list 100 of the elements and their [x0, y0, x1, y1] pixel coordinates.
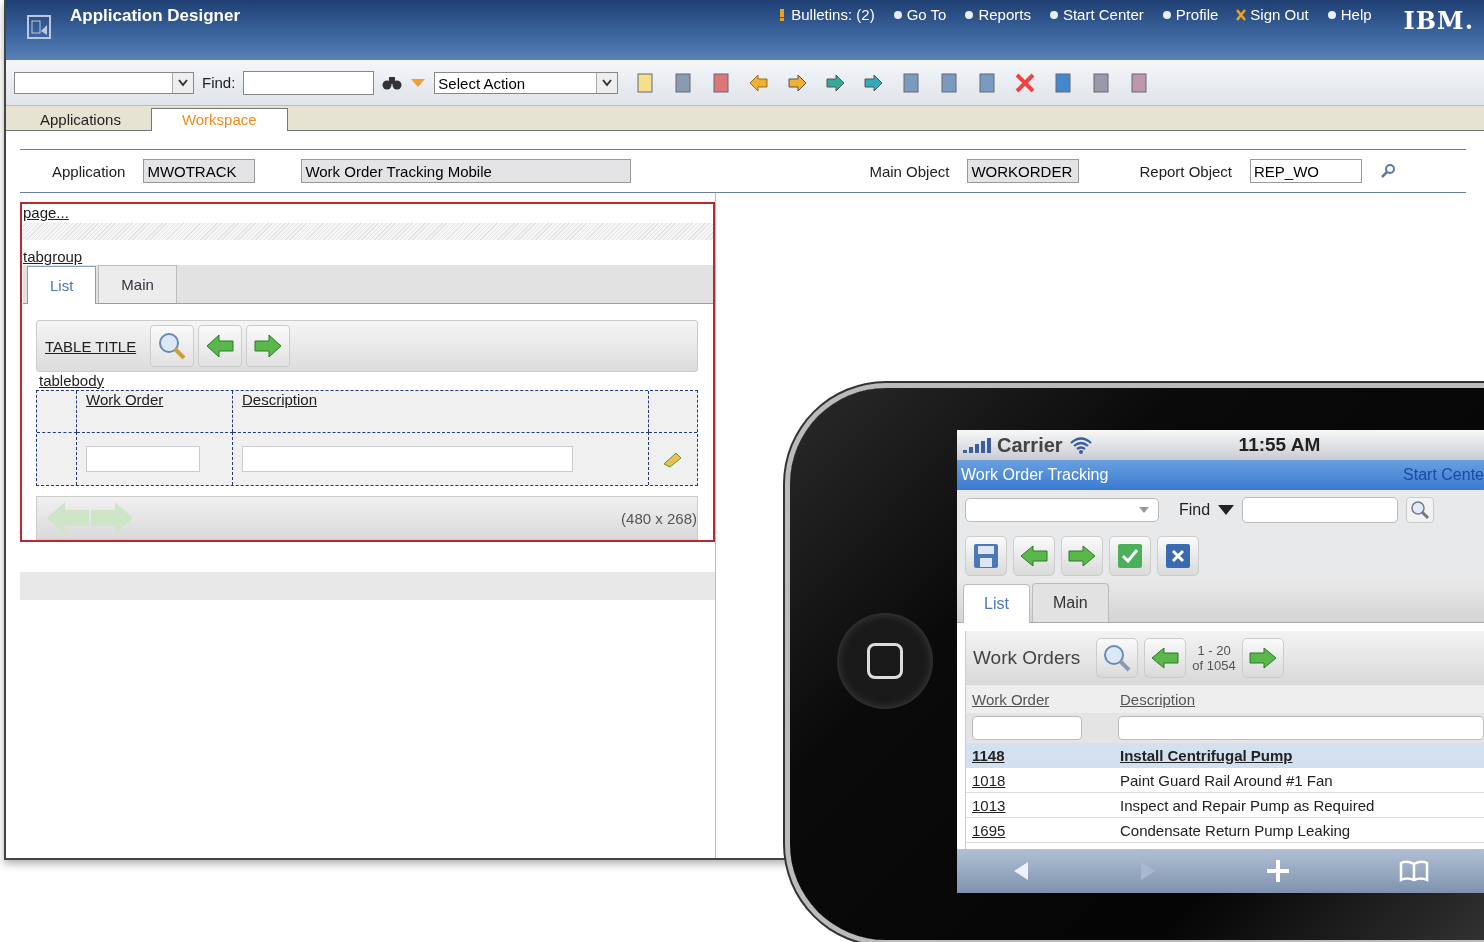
search-icon[interactable] — [1380, 163, 1396, 179]
caret-icon — [1138, 506, 1150, 514]
header-link[interactable]: Sign Out — [1236, 6, 1309, 23]
search-icon — [157, 331, 188, 361]
caret-icon[interactable] — [1218, 505, 1235, 515]
filter-field[interactable] — [242, 446, 573, 472]
caret-icon — [596, 72, 618, 93]
tablebody-link[interactable]: tablebody — [39, 372, 105, 389]
application-field[interactable]: MWOTRACK — [143, 159, 256, 183]
header-link[interactable]: Go To — [892, 6, 947, 23]
previous-button[interactable] — [198, 325, 243, 367]
signal-icon — [963, 437, 991, 453]
next-button[interactable] — [246, 325, 291, 367]
main-object-field[interactable]: WORKORDER — [967, 159, 1080, 183]
link-icon — [1048, 8, 1059, 21]
module-tab[interactable]: Applications — [10, 109, 151, 130]
right-arrow-icon — [1247, 646, 1278, 670]
page-link[interactable]: page... — [23, 204, 69, 221]
tab[interactable]: List — [963, 584, 1030, 623]
tabgroup-link[interactable]: tabgroup — [23, 248, 83, 265]
table-cell: Condensate Return Pump Leaking — [1120, 821, 1351, 839]
find-label: Find: — [202, 74, 236, 91]
next-button[interactable] — [1061, 536, 1103, 576]
search-button[interactable] — [150, 325, 195, 367]
list-row[interactable]: 1013 Inspect and Repair Pump as Required — [966, 793, 1484, 818]
tab[interactable]: Main — [1031, 583, 1109, 622]
filter-field[interactable] — [86, 446, 200, 472]
wifi-icon — [1068, 436, 1093, 454]
plus-icon[interactable] — [1266, 859, 1291, 883]
table-title-link[interactable]: TABLE TITLE — [45, 337, 137, 355]
search-button[interactable] — [1096, 638, 1139, 678]
right-arrow-icon — [1067, 544, 1097, 568]
column-header-link[interactable]: Work Order — [86, 391, 164, 408]
list-row[interactable]: 1695 Condensate Return Pump Leaking — [966, 818, 1484, 843]
work-order-number[interactable]: 1148 — [972, 746, 1120, 764]
header-link[interactable]: Start Center — [1048, 6, 1144, 23]
column-header-link[interactable]: Work Order — [972, 690, 1120, 708]
carrier-label: Carrier — [997, 433, 1063, 457]
header-link[interactable]: Bulletins: (2) — [777, 6, 875, 23]
work-order-number[interactable]: 1695 — [972, 821, 1120, 839]
list-title: Work Orders — [973, 647, 1081, 669]
dropdown[interactable] — [965, 498, 1159, 522]
dropdown[interactable] — [14, 71, 194, 94]
search-icon — [1410, 500, 1431, 520]
delete-icon[interactable] — [1014, 71, 1037, 94]
clock: 11:55 AM — [1238, 434, 1321, 456]
column-header-link[interactable]: Description — [242, 391, 318, 408]
field-label: Report Object — [1139, 162, 1232, 180]
size-label: (480 x 268) — [621, 509, 697, 527]
filter-icon[interactable] — [410, 77, 427, 88]
list-row[interactable]: 1148 Install Centrifugal Pump — [966, 743, 1484, 768]
pencil-icon[interactable] — [662, 450, 684, 468]
tab[interactable]: Main — [98, 265, 177, 303]
record-count: of 1054 — [1192, 658, 1236, 673]
description-field[interactable]: Work Order Tracking Mobile — [301, 159, 632, 183]
column-header-link[interactable]: Description — [1120, 690, 1196, 708]
header-link[interactable]: Profile — [1161, 6, 1219, 23]
work-order-number[interactable]: 1013 — [972, 796, 1120, 814]
find-label: Find — [1179, 501, 1211, 519]
filter-field[interactable] — [972, 716, 1082, 740]
bookmarks-icon[interactable] — [1399, 860, 1430, 882]
page-range: 1 - 20 — [1197, 643, 1231, 658]
caret-icon — [172, 72, 193, 93]
search-icon — [1102, 643, 1133, 673]
header-link[interactable]: Help — [1326, 6, 1372, 23]
cancel-button[interactable] — [1157, 536, 1199, 576]
tab[interactable]: List — [27, 266, 97, 304]
accept-button[interactable] — [1109, 536, 1151, 576]
table-cell: Inspect and Repair Pump as Required — [1120, 796, 1375, 814]
right-arrow-icon — [253, 333, 284, 359]
find-field[interactable] — [1242, 497, 1399, 523]
table-cell: Install Centrifugal Pump — [1120, 746, 1293, 764]
link-icon — [892, 8, 903, 21]
previous-button[interactable] — [1144, 638, 1187, 678]
search-button[interactable] — [1406, 497, 1435, 523]
filter-field[interactable] — [1118, 716, 1484, 740]
action-dropdown[interactable]: Select Action — [434, 71, 619, 94]
window-title: Application Designer — [70, 6, 241, 26]
arrows-icon — [45, 500, 135, 536]
link-icon — [1161, 8, 1172, 21]
list-row[interactable]: 1018 Paint Guard Rail Around #1 Fan — [966, 768, 1484, 793]
app-title: Work Order Tracking — [961, 466, 1109, 484]
link-icon — [1326, 8, 1337, 21]
report-object-field[interactable]: REP_WO — [1250, 159, 1362, 183]
logo: IBM. — [1403, 6, 1474, 35]
work-order-number[interactable]: 1018 — [972, 771, 1120, 789]
checkmark-icon — [1117, 543, 1143, 569]
left-arrow-icon — [205, 333, 236, 359]
field-label: Main Object — [869, 162, 950, 180]
close-icon — [1165, 543, 1191, 569]
binoculars-icon[interactable] — [382, 74, 403, 91]
header-link[interactable]: Reports — [964, 6, 1031, 23]
link-icon — [1236, 8, 1247, 21]
save-button[interactable] — [965, 536, 1007, 576]
previous-button[interactable] — [1013, 536, 1055, 576]
next-button[interactable] — [1241, 638, 1284, 678]
find-field[interactable] — [243, 70, 375, 95]
link-icon — [964, 8, 975, 21]
table-cell: Paint Guard Rail Around #1 Fan — [1120, 771, 1333, 789]
left-arrow-icon — [1019, 544, 1049, 568]
